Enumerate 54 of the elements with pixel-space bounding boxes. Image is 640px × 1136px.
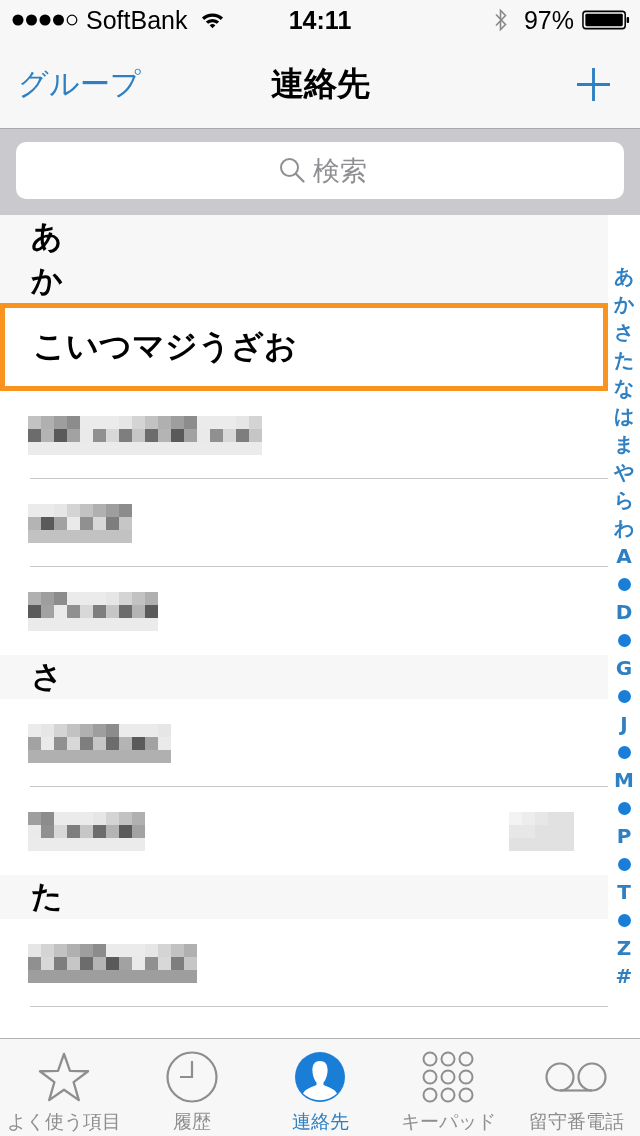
index-letter[interactable]: G (615, 656, 633, 680)
index-letter[interactable]: さ (614, 320, 634, 344)
index-letter[interactable]: ま (614, 432, 634, 456)
tab[interactable]: よく使う項目 (0, 1039, 128, 1136)
index-letter[interactable]: A (616, 544, 632, 568)
index-letter[interactable]: わ (614, 516, 634, 540)
index-letter[interactable]: P (616, 824, 632, 848)
nav-title: 連絡先 (270, 63, 370, 104)
contact-name[interactable]: こいつマジうざお (33, 325, 297, 369)
clock-time: 14:11 (288, 5, 352, 35)
index-letter[interactable]: D (615, 600, 633, 624)
index-letter[interactable]: あ (614, 264, 634, 288)
index-letter[interactable]: J (620, 712, 628, 736)
search-field[interactable]: 検索 (16, 142, 624, 199)
index-letter[interactable]: # (615, 964, 633, 988)
battery-percent: 97% (523, 5, 574, 35)
tab[interactable]: 留守番電話 (512, 1039, 640, 1136)
index-letter[interactable]: や (614, 460, 634, 484)
wifi-icon (201, 11, 225, 29)
signal-icon (12, 14, 78, 26)
index-letter[interactable]: は (614, 404, 634, 428)
section-header: あ (0, 215, 608, 259)
index-dot-icon[interactable] (617, 689, 631, 703)
section-header: か (0, 259, 608, 303)
index-letter[interactable]: た (614, 348, 634, 372)
index-dot-icon[interactable] (617, 633, 631, 647)
index-letter[interactable]: M (614, 768, 634, 792)
index-dot-icon[interactable] (617, 745, 631, 759)
index-dot-icon[interactable] (617, 577, 631, 591)
index-letter[interactable]: な (614, 376, 634, 400)
tab[interactable]: 履歴 (128, 1039, 256, 1136)
battery-icon (582, 10, 630, 30)
index-letter[interactable]: か (614, 292, 634, 316)
plus-icon (577, 67, 610, 101)
groups-button[interactable]: グループ (16, 59, 143, 109)
carrier-name: SoftBank (86, 5, 188, 35)
section-header: た (0, 875, 608, 919)
index-letter[interactable]: ら (614, 488, 634, 512)
add-button[interactable] (577, 67, 610, 101)
search-icon (279, 157, 305, 183)
keypad-icon (422, 1051, 474, 1103)
index-dot-icon[interactable] (617, 857, 631, 871)
bluetooth-icon (493, 8, 508, 32)
section-header: さ (0, 655, 608, 699)
index-dot-icon[interactable] (617, 801, 631, 815)
index-letter[interactable]: Z (616, 936, 632, 960)
index-dot-icon[interactable] (617, 913, 631, 927)
voicemail-icon (545, 1062, 607, 1092)
tab[interactable]: キーパッド (384, 1039, 512, 1136)
clock-icon (166, 1051, 218, 1103)
star-icon (38, 1051, 90, 1103)
person-icon (294, 1051, 346, 1103)
tab[interactable]: 連絡先 (256, 1039, 384, 1136)
index-letter[interactable]: T (617, 880, 631, 904)
